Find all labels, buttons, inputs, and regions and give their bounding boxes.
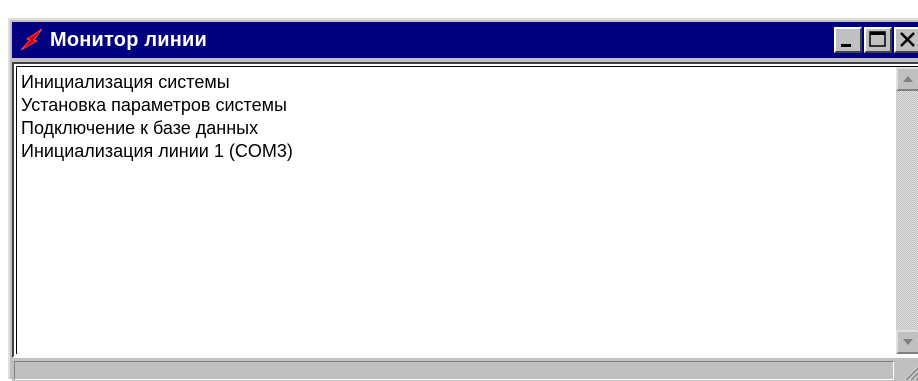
resize-grip-icon[interactable] <box>902 363 918 381</box>
arrow-down-icon <box>903 339 913 345</box>
status-panel <box>14 361 894 380</box>
scroll-up-button[interactable] <box>896 67 918 91</box>
line-monitor-window: Монитор линии Инициализация системы Уста… <box>8 18 918 381</box>
minimize-button[interactable] <box>834 27 862 53</box>
vertical-scrollbar[interactable] <box>896 67 918 354</box>
arrow-up-icon <box>903 76 913 82</box>
log-line: Установка параметров системы <box>21 95 287 115</box>
title-bar[interactable]: Монитор линии <box>12 22 918 58</box>
status-bar <box>12 360 918 381</box>
close-icon <box>900 32 915 47</box>
log-list: Инициализация системы Установка параметр… <box>21 71 881 163</box>
window-title: Монитор линии <box>50 28 208 51</box>
log-area[interactable]: Инициализация системы Установка параметр… <box>12 62 918 358</box>
log-line: Подключение к базе данных <box>21 118 259 138</box>
scroll-down-button[interactable] <box>896 330 918 354</box>
log-viewport: Инициализация системы Установка параметр… <box>16 66 918 354</box>
maximize-button[interactable] <box>864 27 892 53</box>
close-button[interactable] <box>894 27 918 53</box>
lightning-icon <box>18 26 46 54</box>
log-line: Инициализация линии 1 (COM3) <box>21 141 293 161</box>
window-controls <box>834 27 918 53</box>
maximize-icon <box>869 31 886 47</box>
minimize-icon <box>841 44 851 47</box>
log-line: Инициализация системы <box>21 72 230 92</box>
